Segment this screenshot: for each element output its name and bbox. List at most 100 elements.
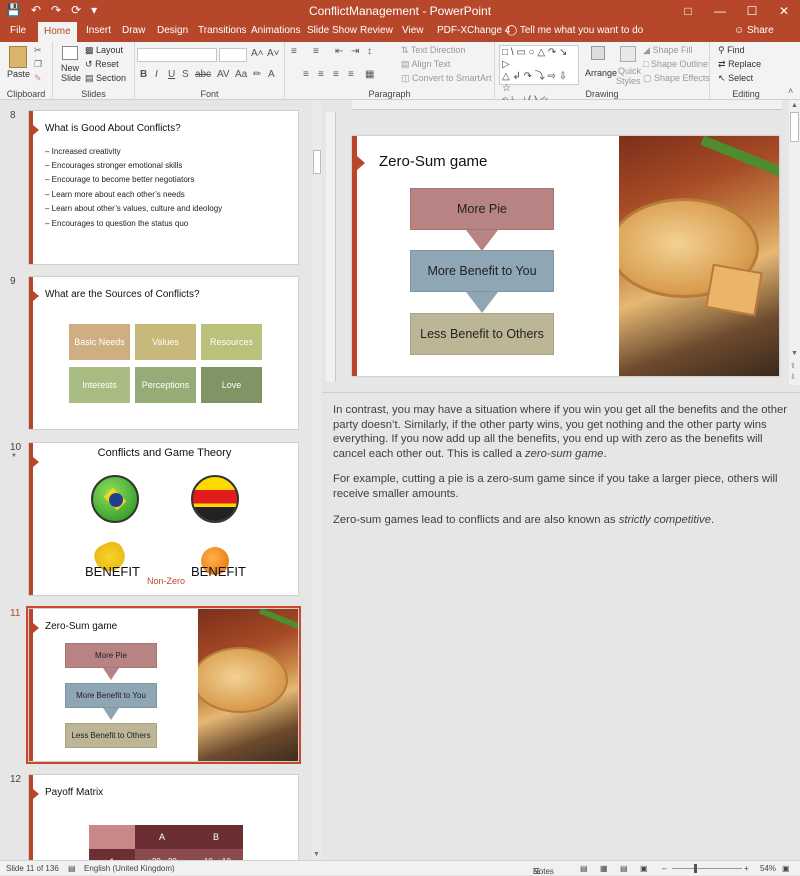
tab-file[interactable]: File <box>10 25 26 36</box>
replace-button[interactable]: ⇄ Replace <box>718 59 761 70</box>
thumbnail-slide-12[interactable]: Payoff Matrix A B 1 +20, -20 -10, +10 <box>28 774 299 860</box>
change-case-icon[interactable]: Aa <box>235 69 247 80</box>
select-button[interactable]: ↖ Select <box>718 73 753 84</box>
char-spacing-icon[interactable]: AV <box>217 69 230 80</box>
zoom-slider[interactable] <box>672 868 742 869</box>
paste-button[interactable]: Paste <box>7 69 30 79</box>
pie-image[interactable] <box>619 136 779 376</box>
shadow-icon[interactable]: S <box>182 69 189 80</box>
convert-smartart-button[interactable]: ◫ Convert to SmartArt <box>401 73 492 84</box>
slide-sorter-icon[interactable]: ▦ <box>600 864 608 873</box>
previous-slide-icon[interactable]: ⇧ <box>790 362 796 370</box>
tab-design[interactable]: Design <box>157 25 188 36</box>
align-left-icon[interactable]: ≡ <box>303 69 309 80</box>
tab-insert[interactable]: Insert <box>86 25 111 36</box>
tab-transitions[interactable]: Transitions <box>198 25 247 36</box>
align-text-button[interactable]: ▤ Align Text <box>401 59 450 70</box>
find-button[interactable]: ⚲ Find <box>718 45 745 56</box>
tab-view[interactable]: View <box>402 25 424 36</box>
reset-button[interactable]: ↺ Reset <box>85 59 119 70</box>
shape-effects-button[interactable]: ▢ Shape Effects <box>643 73 710 84</box>
box-more-benefit[interactable]: More Benefit to You <box>410 250 554 292</box>
ribbon-display-icon[interactable]: □ <box>672 0 704 22</box>
new-slide-icon[interactable] <box>62 46 78 60</box>
tab-home[interactable]: Home <box>38 22 77 42</box>
tab-review[interactable]: Review <box>360 25 393 36</box>
numbering-icon[interactable]: ≡ <box>313 46 319 57</box>
align-right-icon[interactable]: ≡ <box>333 69 339 80</box>
shrink-font-icon[interactable]: A˅ <box>267 48 280 59</box>
scroll-down-icon[interactable]: ▼ <box>313 851 320 858</box>
shapes-gallery[interactable]: □ \ ▭ ○ △ ↷ ↘ ▷△ ↲ ↷ ⤵ ⇨ ⇩ ☆⦸ ↳ ↵ ( ) ☆ <box>499 45 579 106</box>
notes-paragraph-1[interactable]: In contrast, you may have a situation wh… <box>333 403 788 461</box>
tell-me-search[interactable]: ◯ Tell me what you want to do <box>506 25 643 36</box>
tab-draw[interactable]: Draw <box>122 25 145 36</box>
slide-title[interactable]: Zero-Sum game <box>379 153 487 170</box>
quick-styles-label-2[interactable]: Styles <box>616 76 641 86</box>
share-button[interactable]: ☺ Share <box>734 25 774 36</box>
reading-view-icon[interactable]: ▤ <box>620 864 628 873</box>
scroll-thumb[interactable] <box>313 150 321 174</box>
scroll-down-icon[interactable]: ▼ <box>791 350 798 357</box>
shape-outline-button[interactable]: □ Shape Outline <box>643 59 708 69</box>
decrease-indent-icon[interactable]: ⇤ <box>335 46 343 57</box>
layout-button[interactable]: ▩ Layout <box>85 45 123 56</box>
scroll-up-icon[interactable]: ▲ <box>791 102 798 109</box>
columns-icon[interactable]: ▦ <box>365 69 374 80</box>
close-icon[interactable]: ✕ <box>768 0 800 22</box>
arrange-icon[interactable] <box>591 46 605 60</box>
text-direction-button[interactable]: ⇅ Text Direction <box>401 45 465 56</box>
minimize-icon[interactable]: — <box>704 0 736 22</box>
slide-canvas[interactable]: Zero-Sum game More Pie More Benefit to Y… <box>352 136 779 376</box>
justify-icon[interactable]: ≡ <box>348 69 354 80</box>
new-slide-label-1[interactable]: New <box>61 63 79 73</box>
font-color-icon[interactable]: A <box>268 69 275 80</box>
slide-scrollbar[interactable]: ▲ ▼ ⇧ ⇩ <box>789 100 800 385</box>
tab-slide-show[interactable]: Slide Show <box>307 25 357 36</box>
tab-pdf-xchange[interactable]: PDF-XChange 4 <box>437 25 510 36</box>
format-painter-icon[interactable]: ✎ <box>34 73 42 84</box>
increase-indent-icon[interactable]: ⇥ <box>351 46 359 57</box>
quick-styles-label-1[interactable]: Quick <box>618 66 641 76</box>
fit-to-window-icon[interactable]: ▣ <box>782 864 790 873</box>
quick-styles-icon[interactable] <box>620 46 636 62</box>
paste-icon[interactable] <box>9 46 27 68</box>
tab-animations[interactable]: Animations <box>251 25 300 36</box>
grow-font-icon[interactable]: A˄ <box>251 48 264 59</box>
notes-pane[interactable]: In contrast, you may have a situation wh… <box>322 392 800 860</box>
font-name-combo[interactable] <box>137 48 217 62</box>
strikethrough-icon[interactable]: abc <box>195 69 211 80</box>
bullets-icon[interactable]: ≡ <box>291 46 297 57</box>
new-slide-label-2[interactable]: Slide <box>61 73 81 83</box>
align-center-icon[interactable]: ≡ <box>318 69 324 80</box>
scroll-thumb[interactable] <box>790 112 799 142</box>
normal-view-icon[interactable]: ▤ <box>580 864 588 873</box>
notes-paragraph-2[interactable]: For example, cutting a pie is a zero-sum… <box>333 472 788 501</box>
cut-icon[interactable]: ✂ <box>34 45 42 56</box>
thumbnails-scrollbar[interactable]: ▼ <box>312 100 322 860</box>
thumbnail-slide-9[interactable]: What are the Sources of Conflicts? Basic… <box>28 276 299 430</box>
section-button[interactable]: ▤ Section <box>85 73 126 84</box>
box-less-benefit[interactable]: Less Benefit to Others <box>410 313 554 355</box>
line-spacing-icon[interactable]: ↕ <box>367 46 372 57</box>
language-label[interactable]: English (United Kingdom) <box>84 864 175 873</box>
zoom-out-icon[interactable]: – <box>662 864 666 873</box>
box-more-pie[interactable]: More Pie <box>410 188 554 230</box>
spellcheck-icon[interactable]: ▤ <box>68 864 76 873</box>
slideshow-icon[interactable]: ▣ <box>640 864 648 873</box>
maximize-icon[interactable]: ☐ <box>736 0 768 22</box>
collapse-ribbon-icon[interactable]: ˄ <box>788 86 793 96</box>
font-size-combo[interactable] <box>219 48 247 62</box>
notes-paragraph-3[interactable]: Zero-sum games lead to conflicts and are… <box>333 513 788 528</box>
zoom-level[interactable]: 54% <box>760 864 776 873</box>
zoom-slider-thumb[interactable] <box>694 864 697 873</box>
arrange-button[interactable]: Arrange <box>585 68 617 78</box>
highlight-icon[interactable]: ✏ <box>253 69 261 80</box>
thumbnail-slide-10[interactable]: Conflicts and Game Theory BENEFIT BENEFI… <box>28 442 299 596</box>
underline-icon[interactable]: U <box>168 69 175 80</box>
shape-fill-button[interactable]: ◢ Shape Fill <box>643 45 692 56</box>
copy-icon[interactable]: ❐ <box>34 59 42 70</box>
bold-icon[interactable]: B <box>140 69 147 80</box>
italic-icon[interactable]: I <box>155 69 158 80</box>
thumbnail-slide-11[interactable]: Zero-Sum game More Pie More Benefit to Y… <box>26 606 301 764</box>
